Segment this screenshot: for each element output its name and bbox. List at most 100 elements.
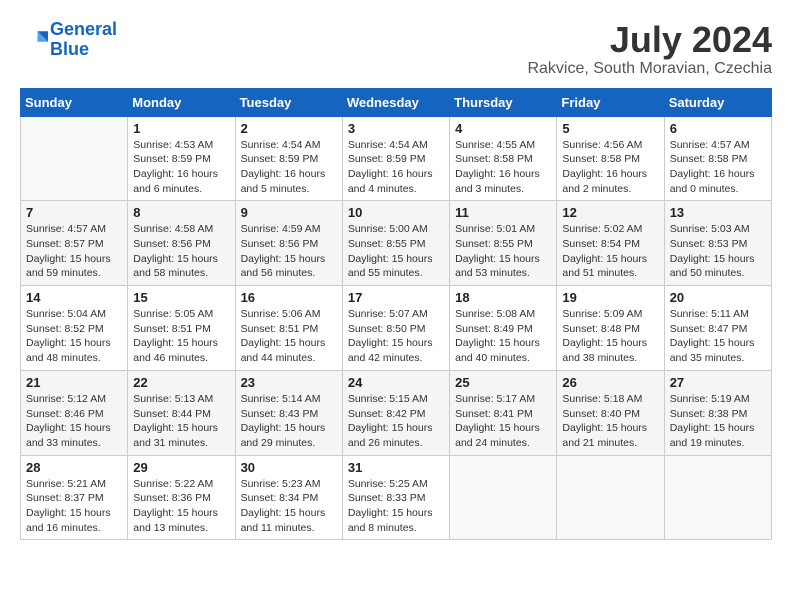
day-number: 4 bbox=[455, 121, 551, 136]
calendar-cell: 20 Sunrise: 5:11 AM Sunset: 8:47 PM Dayli… bbox=[664, 286, 771, 371]
calendar-cell: 19 Sunrise: 5:09 AM Sunset: 8:48 PM Dayli… bbox=[557, 286, 664, 371]
calendar-cell: 17Sunrise: 5:07 AM Sunset: 8:50 PM Dayli… bbox=[342, 286, 449, 371]
day-info: Sunrise: 5:25 AM Sunset: 8:33 PM Dayligh… bbox=[348, 477, 444, 536]
day-info: Sunrise: 5:15 AM Sunset: 8:42 PM Dayligh… bbox=[348, 392, 444, 451]
calendar-cell: 28 Sunrise: 5:21 AM Sunset: 8:37 PM Dayli… bbox=[21, 455, 128, 540]
calendar-cell: 14Sunrise: 5:04 AM Sunset: 8:52 PM Dayli… bbox=[21, 286, 128, 371]
calendar-cell: 12Sunrise: 5:02 AM Sunset: 8:54 PM Dayli… bbox=[557, 201, 664, 286]
day-info: Sunrise: 5:23 AM Sunset: 8:34 PM Dayligh… bbox=[241, 477, 337, 536]
header-thursday: Thursday bbox=[450, 88, 557, 116]
day-info: Sunrise: 5:11 AM Sunset: 8:47 PM Dayligh… bbox=[670, 307, 766, 366]
calendar-cell: 15 Sunrise: 5:05 AM Sunset: 8:51 PM Dayli… bbox=[128, 286, 235, 371]
day-number: 20 bbox=[670, 290, 766, 305]
calendar-week-row: 7 Sunrise: 4:57 AM Sunset: 8:57 PM Daylig… bbox=[21, 201, 772, 286]
header-saturday: Saturday bbox=[664, 88, 771, 116]
day-number: 19 bbox=[562, 290, 658, 305]
calendar-cell: 23 Sunrise: 5:14 AM Sunset: 8:43 PM Dayli… bbox=[235, 370, 342, 455]
day-number: 2 bbox=[241, 121, 337, 136]
day-info: Sunrise: 5:04 AM Sunset: 8:52 PM Dayligh… bbox=[26, 307, 122, 366]
day-info: Sunrise: 4:54 AM Sunset: 8:59 PM Dayligh… bbox=[241, 138, 337, 197]
day-number: 24 bbox=[348, 375, 444, 390]
day-number: 10 bbox=[348, 205, 444, 220]
header-tuesday: Tuesday bbox=[235, 88, 342, 116]
calendar-week-row: 28 Sunrise: 5:21 AM Sunset: 8:37 PM Dayli… bbox=[21, 455, 772, 540]
day-info: Sunrise: 4:59 AM Sunset: 8:56 PM Dayligh… bbox=[241, 222, 337, 281]
calendar-cell bbox=[21, 116, 128, 201]
calendar-cell: 7 Sunrise: 4:57 AM Sunset: 8:57 PM Daylig… bbox=[21, 201, 128, 286]
calendar-cell: 27Sunrise: 5:19 AM Sunset: 8:38 PM Dayli… bbox=[664, 370, 771, 455]
day-info: Sunrise: 5:22 AM Sunset: 8:36 PM Dayligh… bbox=[133, 477, 229, 536]
logo-line2: Blue bbox=[50, 39, 89, 59]
day-number: 25 bbox=[455, 375, 551, 390]
logo-line1: General bbox=[50, 19, 117, 39]
day-number: 26 bbox=[562, 375, 658, 390]
page-header: General Blue July 2024 Rakvice, South Mo… bbox=[20, 20, 772, 78]
day-number: 18 bbox=[455, 290, 551, 305]
day-number: 23 bbox=[241, 375, 337, 390]
calendar-week-row: 21Sunrise: 5:12 AM Sunset: 8:46 PM Dayli… bbox=[21, 370, 772, 455]
logo-icon bbox=[20, 26, 48, 54]
day-info: Sunrise: 5:07 AM Sunset: 8:50 PM Dayligh… bbox=[348, 307, 444, 366]
day-info: Sunrise: 4:57 AM Sunset: 8:57 PM Dayligh… bbox=[26, 222, 122, 281]
day-number: 9 bbox=[241, 205, 337, 220]
calendar-cell: 4Sunrise: 4:55 AM Sunset: 8:58 PM Daylig… bbox=[450, 116, 557, 201]
day-info: Sunrise: 5:18 AM Sunset: 8:40 PM Dayligh… bbox=[562, 392, 658, 451]
calendar-cell: 11Sunrise: 5:01 AM Sunset: 8:55 PM Dayli… bbox=[450, 201, 557, 286]
day-number: 3 bbox=[348, 121, 444, 136]
calendar-cell: 1Sunrise: 4:53 AM Sunset: 8:59 PM Daylig… bbox=[128, 116, 235, 201]
header-monday: Monday bbox=[128, 88, 235, 116]
day-number: 27 bbox=[670, 375, 766, 390]
calendar-cell: 30 Sunrise: 5:23 AM Sunset: 8:34 PM Dayli… bbox=[235, 455, 342, 540]
calendar-cell: 6 Sunrise: 4:57 AM Sunset: 8:58 PM Daylig… bbox=[664, 116, 771, 201]
day-info: Sunrise: 5:05 AM Sunset: 8:51 PM Dayligh… bbox=[133, 307, 229, 366]
calendar-cell: 24 Sunrise: 5:15 AM Sunset: 8:42 PM Dayli… bbox=[342, 370, 449, 455]
day-number: 5 bbox=[562, 121, 658, 136]
logo: General Blue bbox=[20, 20, 117, 60]
title-block: July 2024 Rakvice, South Moravian, Czech… bbox=[527, 20, 772, 78]
day-info: Sunrise: 5:06 AM Sunset: 8:51 PM Dayligh… bbox=[241, 307, 337, 366]
calendar-cell: 29Sunrise: 5:22 AM Sunset: 8:36 PM Dayli… bbox=[128, 455, 235, 540]
day-info: Sunrise: 5:13 AM Sunset: 8:44 PM Dayligh… bbox=[133, 392, 229, 451]
day-number: 8 bbox=[133, 205, 229, 220]
day-number: 13 bbox=[670, 205, 766, 220]
day-info: Sunrise: 5:17 AM Sunset: 8:41 PM Dayligh… bbox=[455, 392, 551, 451]
day-number: 22 bbox=[133, 375, 229, 390]
day-number: 30 bbox=[241, 460, 337, 475]
day-number: 15 bbox=[133, 290, 229, 305]
calendar-cell bbox=[557, 455, 664, 540]
calendar-cell: 18 Sunrise: 5:08 AM Sunset: 8:49 PM Dayli… bbox=[450, 286, 557, 371]
day-info: Sunrise: 5:03 AM Sunset: 8:53 PM Dayligh… bbox=[670, 222, 766, 281]
day-info: Sunrise: 4:54 AM Sunset: 8:59 PM Dayligh… bbox=[348, 138, 444, 197]
header-sunday: Sunday bbox=[21, 88, 128, 116]
calendar-week-row: 1Sunrise: 4:53 AM Sunset: 8:59 PM Daylig… bbox=[21, 116, 772, 201]
calendar-cell bbox=[664, 455, 771, 540]
day-number: 16 bbox=[241, 290, 337, 305]
calendar-cell: 31 Sunrise: 5:25 AM Sunset: 8:33 PM Dayli… bbox=[342, 455, 449, 540]
day-number: 31 bbox=[348, 460, 444, 475]
calendar-cell: 16 Sunrise: 5:06 AM Sunset: 8:51 PM Dayli… bbox=[235, 286, 342, 371]
day-info: Sunrise: 5:21 AM Sunset: 8:37 PM Dayligh… bbox=[26, 477, 122, 536]
calendar-cell: 26 Sunrise: 5:18 AM Sunset: 8:40 PM Dayli… bbox=[557, 370, 664, 455]
day-number: 7 bbox=[26, 205, 122, 220]
calendar-cell: 9 Sunrise: 4:59 AM Sunset: 8:56 PM Daylig… bbox=[235, 201, 342, 286]
day-number: 21 bbox=[26, 375, 122, 390]
calendar-cell: 25 Sunrise: 5:17 AM Sunset: 8:41 PM Dayli… bbox=[450, 370, 557, 455]
logo-text: General Blue bbox=[50, 20, 117, 60]
day-info: Sunrise: 5:08 AM Sunset: 8:49 PM Dayligh… bbox=[455, 307, 551, 366]
calendar-header-row: SundayMondayTuesdayWednesdayThursdayFrid… bbox=[21, 88, 772, 116]
calendar-cell: 10Sunrise: 5:00 AM Sunset: 8:55 PM Dayli… bbox=[342, 201, 449, 286]
day-info: Sunrise: 4:57 AM Sunset: 8:58 PM Dayligh… bbox=[670, 138, 766, 197]
calendar-week-row: 14Sunrise: 5:04 AM Sunset: 8:52 PM Dayli… bbox=[21, 286, 772, 371]
day-info: Sunrise: 5:09 AM Sunset: 8:48 PM Dayligh… bbox=[562, 307, 658, 366]
calendar-table: SundayMondayTuesdayWednesdayThursdayFrid… bbox=[20, 88, 772, 541]
calendar-cell: 13 Sunrise: 5:03 AM Sunset: 8:53 PM Dayli… bbox=[664, 201, 771, 286]
month-year: July 2024 bbox=[527, 20, 772, 60]
day-info: Sunrise: 5:14 AM Sunset: 8:43 PM Dayligh… bbox=[241, 392, 337, 451]
day-info: Sunrise: 4:53 AM Sunset: 8:59 PM Dayligh… bbox=[133, 138, 229, 197]
calendar-cell: 8 Sunrise: 4:58 AM Sunset: 8:56 PM Daylig… bbox=[128, 201, 235, 286]
day-number: 28 bbox=[26, 460, 122, 475]
day-info: Sunrise: 4:58 AM Sunset: 8:56 PM Dayligh… bbox=[133, 222, 229, 281]
calendar-cell bbox=[450, 455, 557, 540]
day-number: 11 bbox=[455, 205, 551, 220]
day-number: 6 bbox=[670, 121, 766, 136]
